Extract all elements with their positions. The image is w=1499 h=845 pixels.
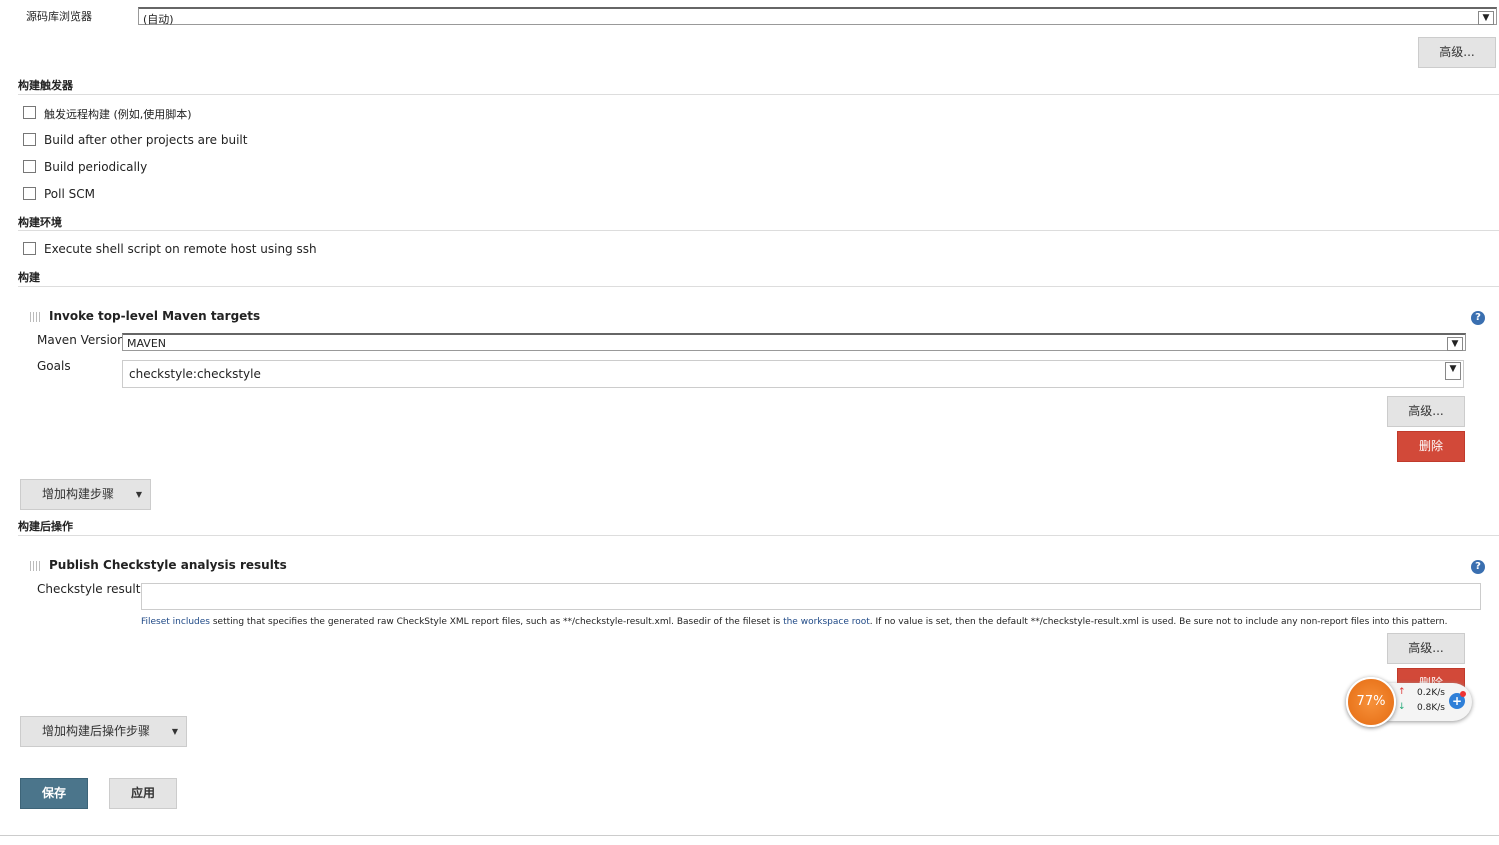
scm-browser-select[interactable]: (自动) ▼ xyxy=(138,7,1497,26)
post-step-title: Publish Checkstyle analysis results xyxy=(49,558,287,572)
checkstyle-results-input[interactable] xyxy=(141,583,1481,610)
divider xyxy=(18,94,1499,95)
add-build-step-label: 增加构建步骤 xyxy=(42,487,115,501)
trigger-label: Build periodically xyxy=(44,160,148,174)
add-post-step-button[interactable]: 增加构建后操作步骤 ▼ xyxy=(20,716,187,747)
add-build-step-button[interactable]: 增加构建步骤 ▼ xyxy=(20,479,151,510)
upload-arrow-icon: ↑ xyxy=(1398,687,1406,697)
build-step-title: Invoke top-level Maven targets xyxy=(49,309,261,323)
save-button[interactable]: 保存 xyxy=(20,778,88,809)
trigger-checkbox-poll-scm[interactable] xyxy=(23,187,36,200)
triggers-title: 构建触发器 xyxy=(18,79,73,92)
drag-handle-icon[interactable] xyxy=(30,312,40,322)
apply-button[interactable]: 应用 xyxy=(109,778,177,809)
drag-handle-icon[interactable] xyxy=(30,561,40,571)
help-icon[interactable]: ? xyxy=(1471,560,1485,574)
divider xyxy=(0,835,1499,836)
post-title: 构建后操作 xyxy=(18,520,73,533)
help-text: Fileset includes setting that specifies … xyxy=(141,617,1447,627)
divider xyxy=(18,535,1499,536)
help-text-part: setting that specifies the generated raw… xyxy=(209,617,784,627)
caret-down-icon: ▼ xyxy=(171,727,178,736)
scm-browser-label: 源码库浏览器 xyxy=(26,10,92,23)
env-title: 构建环境 xyxy=(18,216,62,229)
build-title: 构建 xyxy=(18,271,40,284)
divider xyxy=(18,286,1499,287)
trigger-label: 触发远程构建 (例如,使用脚本) xyxy=(44,108,192,121)
maven-version-label: Maven Version xyxy=(37,333,125,347)
trigger-label: Poll SCM xyxy=(44,187,95,201)
env-checkbox-ssh[interactable] xyxy=(23,242,36,255)
help-icon[interactable]: ? xyxy=(1471,311,1485,325)
scm-advanced-button[interactable]: 高级... xyxy=(1418,37,1496,68)
notification-dot xyxy=(1460,691,1466,697)
add-post-step-label: 增加构建后操作步骤 xyxy=(42,724,151,738)
trigger-checkbox-periodically[interactable] xyxy=(23,160,36,173)
divider xyxy=(18,230,1499,231)
fileset-includes-link[interactable]: Fileset includes xyxy=(141,617,210,627)
build-advanced-button[interactable]: 高级... xyxy=(1387,396,1465,427)
checkstyle-results-label: Checkstyle results xyxy=(37,582,147,596)
goals-label: Goals xyxy=(37,359,71,373)
chevron-down-icon: ▼ xyxy=(1478,11,1494,25)
memory-usage-ball[interactable]: 77% xyxy=(1346,677,1396,727)
trigger-label: Build after other projects are built xyxy=(44,133,248,147)
download-arrow-icon: ↓ xyxy=(1398,702,1406,712)
chevron-down-icon: ▼ xyxy=(1447,337,1463,351)
caret-down-icon: ▼ xyxy=(135,490,142,499)
scm-browser-value: (自动) xyxy=(143,13,174,26)
maven-version-value: MAVEN xyxy=(127,337,167,350)
upload-speed: 0.2K/s xyxy=(1417,688,1445,698)
download-speed: 0.8K/s xyxy=(1417,703,1445,713)
build-delete-button[interactable]: 删除 xyxy=(1397,431,1465,462)
goals-value: checkstyle:checkstyle xyxy=(129,367,261,381)
trigger-checkbox-after-other[interactable] xyxy=(23,133,36,146)
env-label: Execute shell script on remote host usin… xyxy=(44,242,317,256)
post-advanced-button[interactable]: 高级... xyxy=(1387,633,1465,664)
maven-version-select[interactable]: MAVEN ▼ xyxy=(122,333,1466,351)
goals-input[interactable]: checkstyle:checkstyle ▼ xyxy=(122,360,1464,388)
workspace-root-link[interactable]: the workspace root xyxy=(783,617,870,627)
expand-icon[interactable]: ▼ xyxy=(1445,362,1461,380)
trigger-checkbox-remote[interactable] xyxy=(23,106,36,119)
help-text-part: . If no value is set, then the default *… xyxy=(869,617,1448,627)
